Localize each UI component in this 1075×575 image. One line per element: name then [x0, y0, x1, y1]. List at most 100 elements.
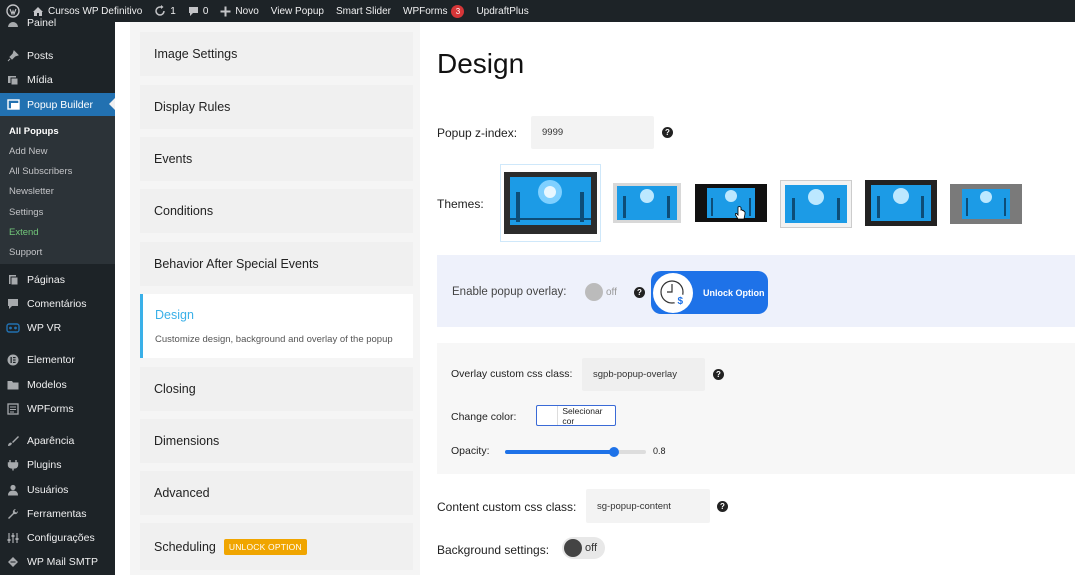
- unlock-option-badge[interactable]: UNLOCK OPTION: [223, 538, 307, 555]
- refresh-icon: [155, 5, 166, 16]
- mail-icon: [6, 555, 20, 569]
- sidebar-item-painel[interactable]: Painel: [0, 12, 115, 34]
- brush-icon: [6, 434, 20, 448]
- color-swatch: [537, 406, 559, 425]
- sidebar-item-modelos[interactable]: Modelos: [0, 374, 115, 396]
- submenu-extend[interactable]: Extend: [9, 227, 39, 238]
- sidebar-item-configuracoes[interactable]: Configurações: [0, 527, 115, 549]
- tab-conditions[interactable]: Conditions: [140, 189, 413, 233]
- unlock-option-button[interactable]: $ Unlock Option: [651, 271, 768, 314]
- submenu-newsletter[interactable]: Newsletter: [9, 186, 54, 197]
- tab-advanced[interactable]: Advanced: [140, 471, 413, 515]
- opacity-slider[interactable]: [505, 447, 646, 457]
- submenu-all-subscribers[interactable]: All Subscribers: [9, 166, 72, 177]
- theme-option-2[interactable]: [611, 180, 683, 226]
- tab-title: Events: [154, 152, 193, 166]
- submenu-settings[interactable]: Settings: [9, 207, 43, 218]
- tab-closing[interactable]: Closing: [140, 367, 413, 411]
- sidebar-item-midia[interactable]: Mídia: [0, 69, 115, 91]
- slider-fill: [505, 450, 615, 454]
- opacity-label: Opacity:: [451, 445, 490, 457]
- sidebar-item-wp-mail-smtp[interactable]: WP Mail SMTP: [0, 551, 115, 573]
- submenu-add-new[interactable]: Add New: [9, 146, 48, 157]
- slider-thumb[interactable]: [609, 447, 619, 457]
- overlay-class-label: Overlay custom css class:: [451, 368, 573, 380]
- theme-option-1[interactable]: [500, 164, 601, 242]
- tab-dimensions[interactable]: Dimensions: [140, 419, 413, 463]
- sidebar-item-label: Mídia: [27, 74, 53, 86]
- svg-text:$: $: [678, 296, 684, 307]
- sidebar-item-label: WPForms: [27, 403, 74, 415]
- sidebar-item-ferramentas[interactable]: Ferramentas: [0, 503, 115, 525]
- sidebar-item-wp-vr[interactable]: WP VR: [0, 317, 115, 339]
- theme-option-4[interactable]: [780, 180, 852, 228]
- updates-link[interactable]: 1: [154, 5, 176, 17]
- sidebar-item-plugins[interactable]: Plugins: [0, 454, 115, 476]
- sidebar-item-elementor[interactable]: Elementor: [0, 349, 115, 371]
- sidebar-item-wpforms[interactable]: WPForms: [0, 398, 115, 420]
- user-icon: [6, 483, 20, 497]
- sidebar-item-label: Aparência: [27, 435, 75, 447]
- tab-design[interactable]: Design Customize design, background and …: [140, 294, 413, 358]
- sidebar-item-popup-builder[interactable]: Popup Builder: [0, 93, 115, 116]
- wrench-icon: [6, 507, 20, 521]
- submenu-support[interactable]: Support: [9, 247, 42, 258]
- help-icon[interactable]: ?: [713, 369, 724, 380]
- popup-builder-submenu: All Popups Add New All Subscribers Newsl…: [0, 116, 115, 264]
- settings-icon: [6, 531, 20, 545]
- overlay-toggle[interactable]: off: [585, 283, 617, 301]
- theme-option-3[interactable]: [695, 184, 767, 222]
- admin-bar: Cursos WP Definitivo 1 0 Novo View Popup…: [0, 0, 1075, 22]
- enable-overlay-label: Enable popup overlay:: [452, 286, 567, 298]
- background-settings-toggle[interactable]: off: [562, 537, 605, 559]
- page-title: Design: [437, 48, 525, 79]
- tab-title: Closing: [154, 382, 196, 396]
- pin-icon: [6, 49, 20, 63]
- help-icon[interactable]: ?: [634, 287, 645, 298]
- sidebar-item-usuarios[interactable]: Usuários: [0, 479, 115, 501]
- content-class-input[interactable]: sg-popup-content: [586, 489, 710, 523]
- smart-slider-link[interactable]: Smart Slider: [336, 6, 391, 17]
- tab-display-rules[interactable]: Display Rules: [140, 85, 413, 129]
- sidebar-item-label: Modelos: [27, 379, 67, 391]
- sidebar-item-posts[interactable]: Posts: [0, 45, 115, 67]
- tab-title: Advanced: [154, 486, 210, 500]
- tab-title: Display Rules: [154, 100, 231, 114]
- tab-scheduling[interactable]: Scheduling UNLOCK OPTION: [140, 523, 413, 570]
- plugin-icon: [6, 458, 20, 472]
- vr-icon: [6, 321, 20, 335]
- elementor-icon: [6, 353, 20, 367]
- tab-behavior-after-special-events[interactable]: Behavior After Special Events: [140, 242, 413, 286]
- tab-title: Behavior After Special Events: [154, 257, 319, 271]
- tab-image-settings[interactable]: Image Settings: [140, 32, 413, 76]
- sidebar-item-label: WP VR: [27, 322, 62, 334]
- overlay-class-input[interactable]: sgpb-popup-overlay: [582, 358, 705, 391]
- toggle-knob: [585, 283, 603, 301]
- view-popup-label: View Popup: [270, 5, 324, 17]
- new-content-link[interactable]: Novo: [220, 6, 259, 17]
- sidebar-item-label: Ferramentas: [27, 508, 87, 520]
- design-panel: Design Popup z-index: 9999 ? Themes: Ena…: [420, 22, 1075, 575]
- sidebar-item-paginas[interactable]: Páginas: [0, 269, 115, 291]
- help-icon[interactable]: ?: [717, 501, 728, 512]
- themes-label: Themes:: [437, 197, 484, 211]
- tab-events[interactable]: Events: [140, 137, 413, 181]
- color-picker-button[interactable]: Selecionar cor: [536, 405, 616, 426]
- updraftplus-link[interactable]: UpdraftPlus: [476, 6, 528, 17]
- sidebar-item-label: Posts: [27, 50, 54, 62]
- theme-option-5[interactable]: [865, 180, 937, 226]
- submenu-all-popups[interactable]: All Popups: [9, 126, 59, 137]
- help-icon[interactable]: ?: [662, 127, 673, 138]
- theme-option-6[interactable]: [950, 184, 1022, 224]
- view-popup-link[interactable]: View Popup: [271, 6, 324, 17]
- updates-count: 1: [170, 5, 176, 17]
- sidebar-item-comentarios[interactable]: Comentários: [0, 293, 115, 315]
- unlock-option-label: Unlock Option: [703, 287, 765, 298]
- tab-description: Customize design, background and overlay…: [155, 333, 393, 345]
- toggle-state: off: [606, 286, 617, 298]
- wpforms-badge: 3: [451, 4, 465, 18]
- zindex-input[interactable]: 9999: [531, 116, 654, 149]
- sidebar-item-aparencia[interactable]: Aparência: [0, 430, 115, 452]
- comments-link[interactable]: 0: [188, 6, 208, 17]
- wpforms-link[interactable]: WPForms 3: [403, 4, 465, 18]
